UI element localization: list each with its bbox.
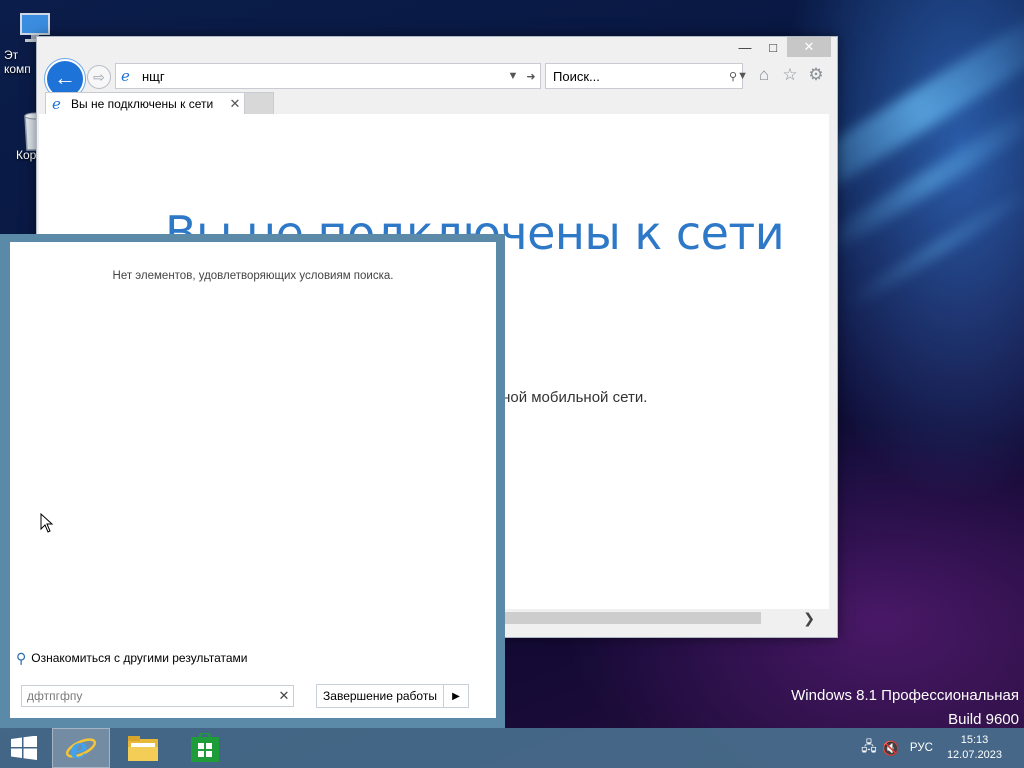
volume-muted-icon[interactable]: 🔇 bbox=[880, 740, 902, 757]
start-search-panel: Нет элементов, удовлетворяющих условиям … bbox=[0, 234, 505, 728]
os-watermark: Windows 8.1 Профессиональная Build 9600 bbox=[791, 684, 1019, 732]
minimize-button[interactable]: — bbox=[731, 37, 759, 57]
svg-text:e: e bbox=[121, 67, 130, 83]
search-results-area: Нет элементов, удовлетворяющих условиям … bbox=[10, 242, 496, 674]
tab-active[interactable]: e Вы не подключены к сети ✕ bbox=[45, 92, 245, 115]
taskbar-internet-explorer[interactable]: e bbox=[52, 728, 110, 768]
shutdown-options-button[interactable]: ▶ bbox=[443, 684, 469, 708]
no-results-message: Нет элементов, удовлетворяющих условиям … bbox=[112, 270, 394, 282]
search-icon[interactable]: ⚲ bbox=[729, 70, 737, 83]
taskbar-store[interactable] bbox=[176, 728, 234, 768]
ie-page-icon: e bbox=[120, 67, 136, 86]
search-input[interactable] bbox=[546, 68, 729, 84]
home-icon[interactable]: ⌂ bbox=[753, 65, 775, 85]
clear-search-icon[interactable]: ✕ bbox=[275, 688, 293, 704]
tab-title: Вы не подключены к сети bbox=[71, 97, 214, 111]
store-icon bbox=[191, 733, 219, 762]
svg-text:e: e bbox=[52, 95, 61, 111]
wallpaper-light-streak bbox=[843, 182, 1024, 312]
clock-date: 12.07.2023 bbox=[946, 749, 1002, 761]
toolbar-icons: ⌂ ☆ ⚙ bbox=[753, 65, 827, 85]
clock-time: 15:13 bbox=[960, 734, 989, 746]
language-indicator[interactable]: РУС bbox=[910, 742, 933, 754]
internet-explorer-icon: e bbox=[65, 732, 97, 765]
network-disconnected-icon[interactable]: 🖧 bbox=[858, 736, 880, 760]
scroll-right-icon[interactable]: ❯ bbox=[803, 609, 815, 627]
shutdown-button[interactable]: Завершение работы bbox=[316, 684, 444, 708]
search-dropdown-icon[interactable]: ▼ bbox=[737, 70, 748, 82]
start-search-input[interactable] bbox=[22, 689, 275, 703]
more-results-label: Ознакомиться с другими результатами bbox=[31, 651, 248, 665]
search-box[interactable]: ⚲ ▼ bbox=[545, 63, 748, 89]
svg-text:e: e bbox=[70, 732, 88, 765]
taskbar: e 🖧 🔇 РУС 15:13 12.07.2023 bbox=[0, 728, 1024, 768]
forward-button[interactable]: ⇨ bbox=[87, 65, 111, 89]
clock[interactable]: 15:13 12.07.2023 bbox=[947, 733, 1002, 763]
ie-tab-icon: e bbox=[51, 95, 67, 114]
system-tray: 🖧 🔇 РУС 15:13 12.07.2023 bbox=[858, 728, 1024, 768]
more-results-link[interactable]: ⚲ Ознакомиться с другими результатами bbox=[10, 642, 496, 674]
address-bar[interactable]: e ▼ ➜ bbox=[115, 63, 541, 89]
tab-strip: e Вы не подключены к сети ✕ bbox=[37, 92, 837, 115]
mouse-cursor-icon bbox=[40, 512, 54, 538]
start-button[interactable] bbox=[10, 735, 38, 760]
watermark-edition: Windows 8.1 Профессиональная bbox=[791, 687, 1019, 704]
address-dropdown-icon[interactable]: ▼ bbox=[504, 70, 522, 82]
magnifier-icon: ⚲ bbox=[16, 649, 27, 666]
taskbar-file-explorer[interactable] bbox=[114, 728, 172, 768]
start-search-box[interactable]: ✕ bbox=[21, 685, 294, 707]
address-input[interactable] bbox=[142, 68, 504, 84]
go-arrow-icon[interactable]: ➜ bbox=[522, 70, 540, 83]
windows-logo-icon bbox=[11, 735, 37, 760]
folder-icon bbox=[128, 736, 158, 761]
gear-icon[interactable]: ⚙ bbox=[805, 65, 827, 85]
maximize-button[interactable]: □ bbox=[759, 37, 787, 57]
navigation-bar: ← ⇨ e ▼ ➜ ⚲ ▼ ⌂ ☆ ⚙ bbox=[37, 59, 837, 99]
window-controls: — □ ✕ bbox=[731, 37, 831, 59]
favorites-star-icon[interactable]: ☆ bbox=[779, 65, 801, 85]
new-tab-button[interactable] bbox=[244, 92, 274, 115]
close-button[interactable]: ✕ bbox=[787, 37, 831, 57]
tab-close-icon[interactable]: ✕ bbox=[226, 96, 244, 112]
